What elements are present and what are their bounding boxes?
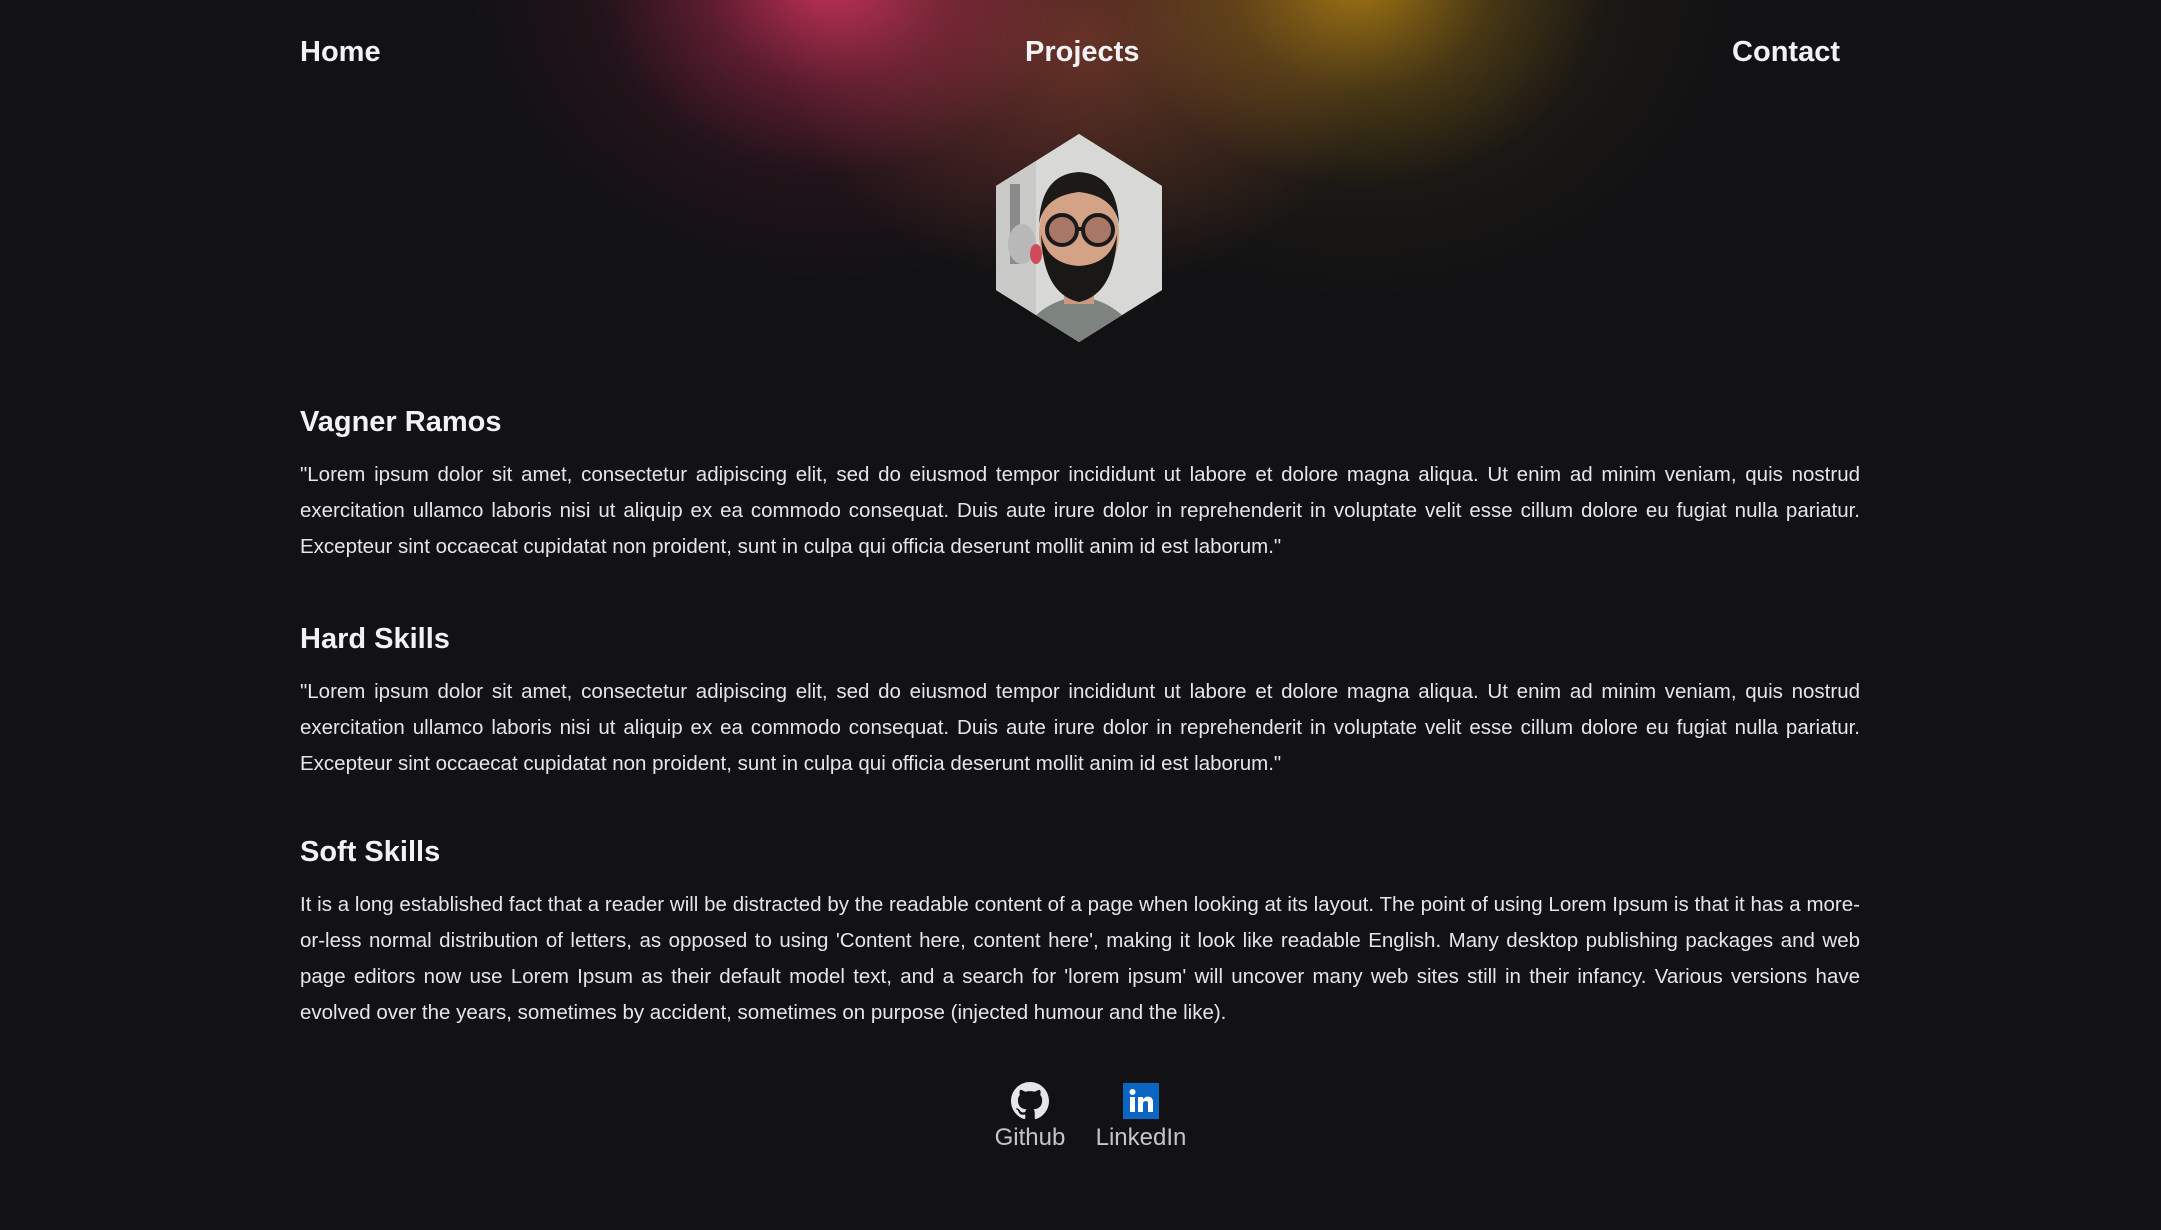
linkedin-label: LinkedIn <box>1095 1124 1187 1151</box>
github-link[interactable]: Github <box>994 1082 1066 1152</box>
profile-section: Vagner Ramos "Lorem ipsum dolor sit amet… <box>300 404 1860 565</box>
github-icon <box>1011 1082 1049 1120</box>
top-nav: Home Projects Contact <box>300 30 1860 78</box>
nav-contact-link[interactable]: Contact <box>1732 36 1840 69</box>
soft-skills-title: Soft Skills <box>300 836 441 868</box>
profile-avatar <box>996 134 1162 342</box>
nav-home-link[interactable]: Home <box>300 36 381 69</box>
portfolio-page: Home Projects Contact Vagner Ramos "Lore… <box>0 0 2161 1230</box>
soft-skills-section: Soft Skills It is a long established fac… <box>300 834 1860 1031</box>
linkedin-icon <box>1123 1083 1159 1119</box>
profile-bio: "Lorem ipsum dolor sit amet, consectetur… <box>300 463 1860 558</box>
github-label: Github <box>994 1124 1066 1151</box>
social-footer: Github LinkedIn <box>0 1082 2161 1162</box>
hard-skills-title: Hard Skills <box>300 623 450 655</box>
profile-name: Vagner Ramos <box>300 406 502 438</box>
avatar-photo <box>996 134 1162 342</box>
hard-skills-section: Hard Skills "Lorem ipsum dolor sit amet,… <box>300 621 1860 782</box>
hard-skills-text: "Lorem ipsum dolor sit amet, consectetur… <box>300 680 1860 775</box>
nav-projects-link[interactable]: Projects <box>1025 36 1139 69</box>
soft-skills-text: It is a long established fact that a rea… <box>300 893 1860 1024</box>
linkedin-link[interactable]: LinkedIn <box>1093 1082 1189 1152</box>
